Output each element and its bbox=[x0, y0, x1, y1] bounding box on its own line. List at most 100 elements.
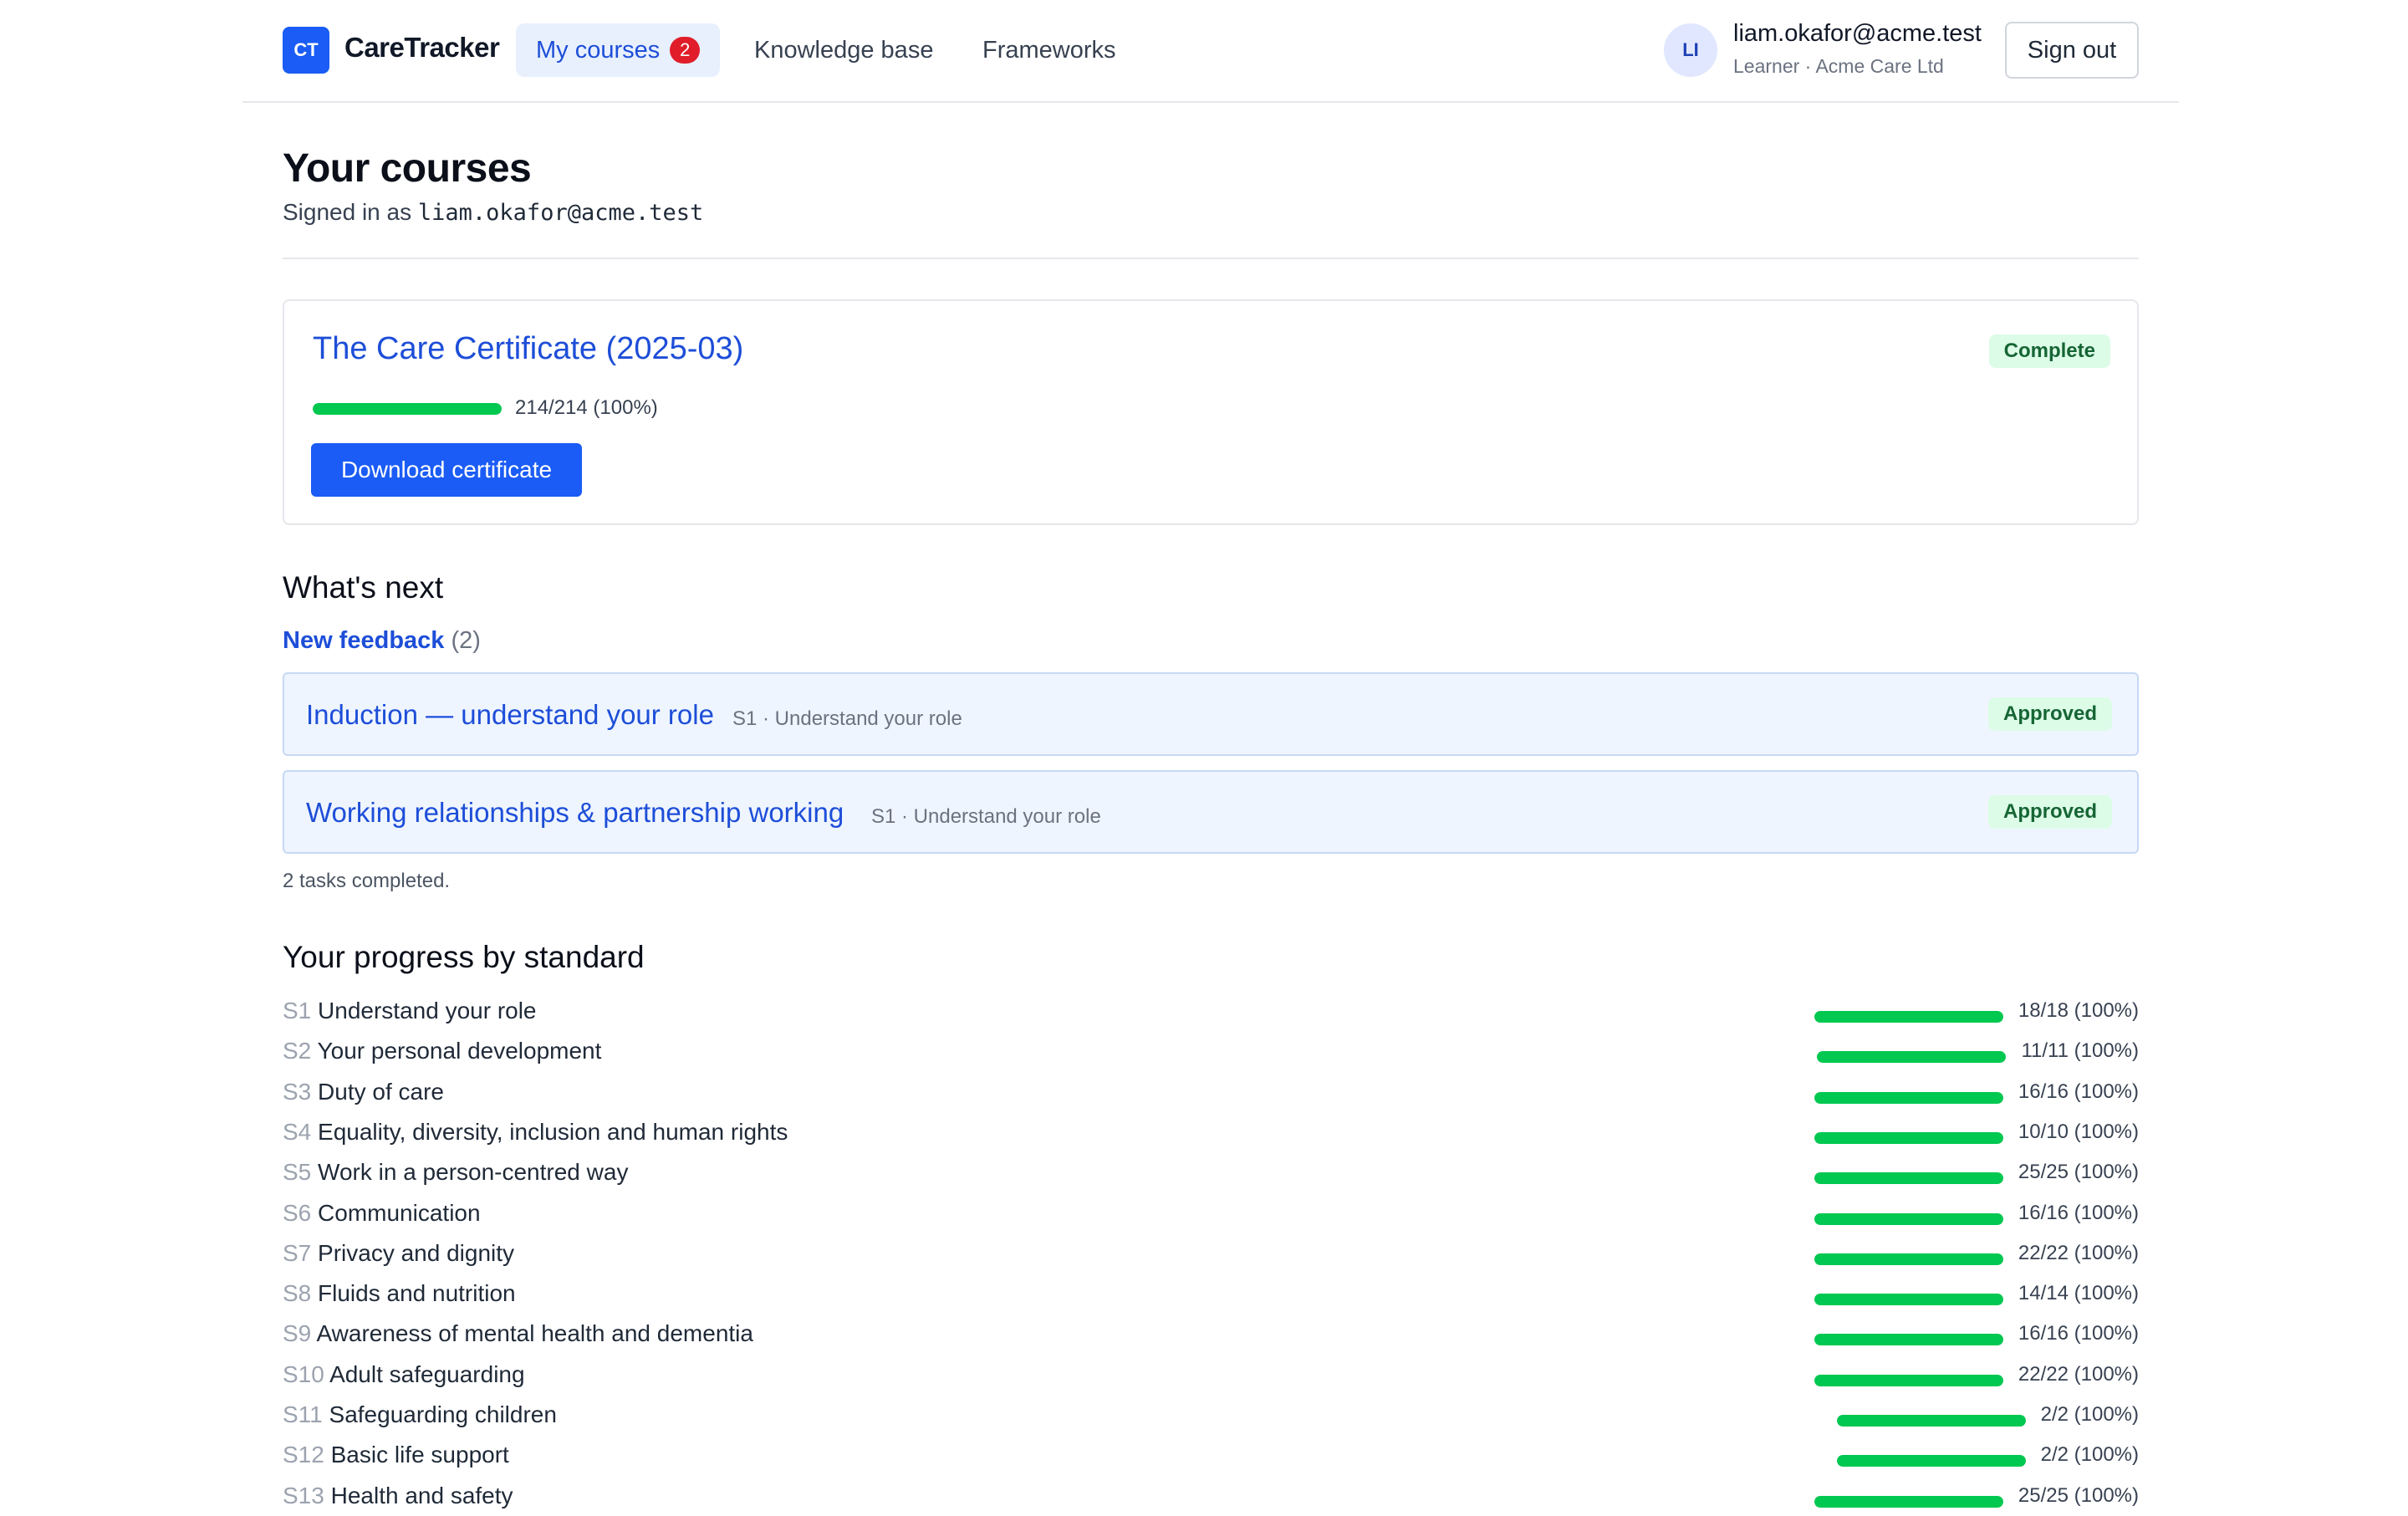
standard-code: S7 bbox=[283, 1239, 312, 1266]
standard-label: S7 Privacy and dignity bbox=[283, 1240, 514, 1267]
standard-name: Adult safeguarding bbox=[324, 1360, 525, 1387]
standard-count: 2/2 (100%) bbox=[2040, 1443, 2139, 1467]
standard-code: S5 bbox=[283, 1159, 312, 1186]
standard-progress-bar bbox=[1814, 1334, 2003, 1346]
standard-count: 16/16 (100%) bbox=[2018, 1322, 2139, 1345]
standard-code: S12 bbox=[283, 1442, 324, 1468]
nav-my-courses-label: My courses bbox=[536, 36, 661, 64]
standard-progress-fill bbox=[1814, 1294, 2003, 1306]
task-status-badge: Approved bbox=[1987, 697, 2112, 731]
standard-progress-fill bbox=[1814, 1253, 2003, 1265]
nav-knowledge-base[interactable]: Knowledge base bbox=[754, 23, 933, 77]
standard-row: S12 Basic life support 2/2 (100%) bbox=[283, 1442, 2139, 1475]
standard-count: 10/10 (100%) bbox=[2018, 1120, 2139, 1143]
standard-code: S4 bbox=[283, 1118, 312, 1145]
standard-count: 16/16 (100%) bbox=[2018, 1201, 2139, 1224]
sign-out-button[interactable]: Sign out bbox=[2005, 22, 2139, 79]
whats-next-heading: What's next bbox=[283, 570, 444, 605]
standard-progress-fill bbox=[1814, 1091, 2003, 1104]
standard-name: Health and safety bbox=[324, 1482, 513, 1508]
standard-row: S10 Adult safeguarding 22/22 (100%) bbox=[283, 1361, 2139, 1395]
standard-row: S4 Equality, diversity, inclusion and hu… bbox=[283, 1119, 2139, 1152]
standard-progress-fill bbox=[1836, 1415, 2026, 1427]
page-title: Your courses bbox=[283, 146, 532, 191]
task-meta: S1 · Understand your role bbox=[871, 805, 1101, 828]
course-progress-fill bbox=[313, 403, 502, 415]
standard-name: Communication bbox=[311, 1199, 481, 1226]
standard-progress-bar bbox=[1817, 1051, 2007, 1064]
standard-progress-bar bbox=[1836, 1455, 2026, 1468]
standard-name: Duty of care bbox=[311, 1078, 444, 1105]
standard-label: S11 Safeguarding children bbox=[283, 1401, 557, 1428]
standard-name: Equality, diversity, inclusion and human… bbox=[311, 1118, 788, 1145]
task-meta: S1 · Understand your role bbox=[732, 707, 962, 730]
standard-count: 25/25 (100%) bbox=[2018, 1483, 2139, 1507]
standard-count: 22/22 (100%) bbox=[2018, 1362, 2139, 1386]
task-card[interactable]: Induction — understand your role S1 · Un… bbox=[283, 672, 2139, 756]
section-divider bbox=[283, 258, 2139, 259]
standard-name: Basic life support bbox=[324, 1442, 509, 1468]
course-title-link[interactable]: The Care Certificate (2025-03) bbox=[313, 331, 743, 367]
standard-code: S9 bbox=[283, 1320, 312, 1347]
standard-progress-fill bbox=[1817, 1051, 2007, 1064]
standard-progress-bar bbox=[1814, 1294, 2003, 1306]
standard-row: S9 Awareness of mental health and dement… bbox=[283, 1320, 2139, 1354]
standard-progress-bar bbox=[1814, 1374, 2003, 1386]
standard-label: S4 Equality, diversity, inclusion and hu… bbox=[283, 1119, 788, 1146]
user-role: Learner · Acme Care Ltd bbox=[1733, 55, 1944, 77]
tasks-completed-text: 2 tasks completed. bbox=[283, 870, 451, 892]
standard-progress-fill bbox=[1814, 1011, 2003, 1023]
signed-in-info: Signed in as liam.okafor@acme.test bbox=[283, 199, 703, 226]
standard-count: 14/14 (100%) bbox=[2018, 1282, 2139, 1305]
standard-count: 2/2 (100%) bbox=[2040, 1403, 2139, 1426]
task-title[interactable]: Induction — understand your role bbox=[306, 699, 714, 731]
course-progress-bar bbox=[313, 403, 502, 415]
standard-progress-bar bbox=[1814, 1495, 2003, 1508]
task-card[interactable]: Working relationships & partnership work… bbox=[283, 770, 2139, 854]
standard-row: S7 Privacy and dignity 22/22 (100%) bbox=[283, 1240, 2139, 1274]
standard-label: S12 Basic life support bbox=[283, 1442, 509, 1468]
notification-badge: 2 bbox=[670, 37, 701, 64]
new-feedback-label: New feedback bbox=[283, 627, 445, 654]
nav-my-courses[interactable]: My courses 2 bbox=[516, 23, 721, 77]
standard-label: S8 Fluids and nutrition bbox=[283, 1280, 516, 1307]
standard-progress-fill bbox=[1814, 1334, 2003, 1346]
course-status-badge: Complete bbox=[1988, 334, 2110, 368]
new-feedback-count: (2) bbox=[451, 627, 481, 654]
user-avatar[interactable]: LI bbox=[1664, 23, 1717, 77]
new-feedback-link[interactable]: New feedback (2) bbox=[283, 627, 481, 655]
standard-row: S6 Communication 16/16 (100%) bbox=[283, 1200, 2139, 1233]
standard-count: 11/11 (100%) bbox=[2021, 1039, 2139, 1063]
standard-row: S3 Duty of care 16/16 (100%) bbox=[283, 1079, 2139, 1112]
standard-code: S10 bbox=[283, 1360, 324, 1387]
standard-progress-bar bbox=[1814, 1091, 2003, 1104]
standard-code: S11 bbox=[283, 1401, 323, 1427]
standard-name: Fluids and nutrition bbox=[311, 1280, 516, 1307]
standard-progress-bar bbox=[1814, 1011, 2003, 1023]
logo-icon[interactable]: CT bbox=[283, 27, 329, 74]
top-navigation-bar: CT CareTracker My courses 2 Knowledge ba… bbox=[242, 0, 2179, 103]
standard-name: Safeguarding children bbox=[322, 1401, 557, 1427]
standard-progress-fill bbox=[1814, 1131, 2003, 1144]
standard-code: S1 bbox=[283, 998, 312, 1023]
signed-in-prefix: Signed in as bbox=[283, 199, 412, 225]
app-root: CT CareTracker My courses 2 Knowledge ba… bbox=[0, 0, 2408, 1508]
task-title[interactable]: Working relationships & partnership work… bbox=[306, 797, 844, 829]
standard-label: S6 Communication bbox=[283, 1200, 481, 1227]
brand-name[interactable]: CareTracker bbox=[344, 32, 500, 64]
standard-progress-bar bbox=[1814, 1131, 2003, 1144]
standard-progress-bar bbox=[1814, 1253, 2003, 1265]
standard-row: S2 Your personal development 11/11 (100%) bbox=[283, 1038, 2139, 1071]
standard-row: S13 Health and safety 25/25 (100%) bbox=[283, 1483, 2139, 1516]
standard-row: S8 Fluids and nutrition 14/14 (100%) bbox=[283, 1280, 2139, 1314]
standard-label: S3 Duty of care bbox=[283, 1079, 444, 1105]
nav-frameworks[interactable]: Frameworks bbox=[982, 23, 1116, 77]
download-certificate-button[interactable]: Download certificate bbox=[311, 443, 582, 497]
standard-row: S11 Safeguarding children 2/2 (100%) bbox=[283, 1401, 2139, 1435]
standard-progress-bar bbox=[1814, 1212, 2003, 1225]
standard-name: Awareness of mental health and dementia bbox=[311, 1320, 753, 1347]
standard-progress-bar bbox=[1814, 1172, 2003, 1185]
standard-code: S6 bbox=[283, 1199, 312, 1226]
standard-code: S8 bbox=[283, 1280, 312, 1307]
standard-progress-fill bbox=[1836, 1455, 2026, 1468]
